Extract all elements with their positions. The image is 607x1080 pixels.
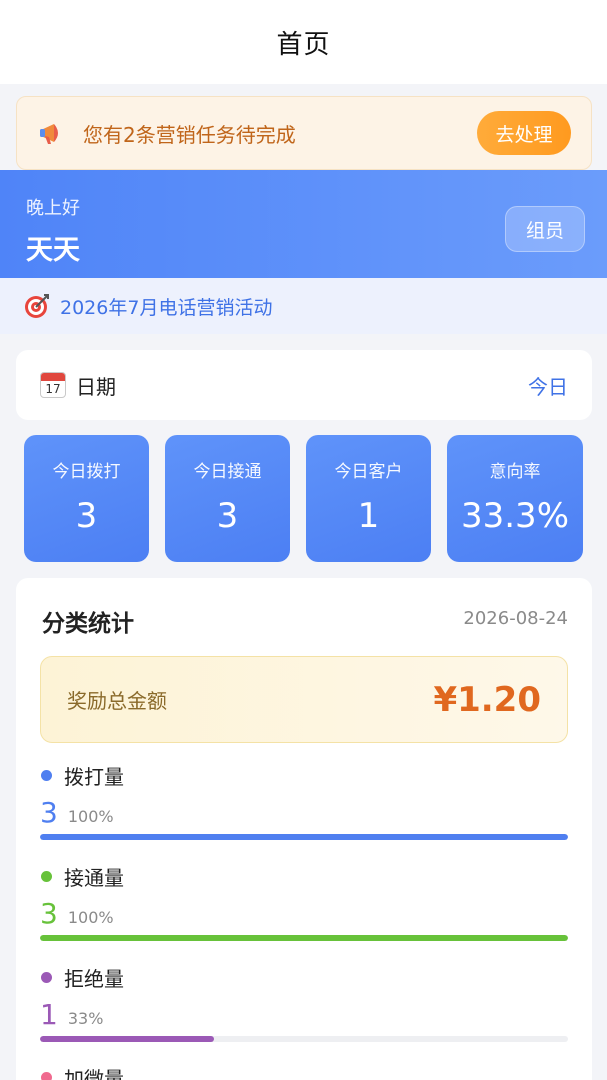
stat-value: 33.3% [460,496,569,536]
legend-dot [41,769,52,781]
calendar-icon: 17 [40,372,66,398]
category-date: 2026-08-24 [463,608,568,629]
metric-percent: 100% [67,807,114,826]
reward-total: 奖励总金额 ¥1.20 [40,656,568,743]
stat-card-calls[interactable]: 今日拨打 3 [24,435,149,562]
stat-label: 今日拨打 [52,462,121,482]
greeting-banner: 晚上好 天天 组员 [0,170,607,278]
stat-value: 3 [75,496,98,536]
megaphone-icon [40,124,58,144]
metric-dial-count: 拨打量 3 100% [40,760,568,840]
metric-count: 3 [40,796,58,829]
campaign-bar[interactable]: 2026年7月电话营销活动 [0,278,607,334]
legend-dot [41,971,52,983]
reward-label: 奖励总金额 [67,689,167,713]
metric-percent: 100% [67,908,114,927]
stat-label: 今日接通 [193,462,262,482]
page-title: 首页 [276,29,331,60]
role-badge[interactable]: 组员 [505,206,585,252]
user-name: 天天 [26,235,80,266]
metric-count: 1 [40,998,58,1031]
date-range-selector[interactable]: 今日 [528,371,568,400]
metric-name: 拨打量 [64,764,124,789]
legend-dot [41,870,52,882]
metric-name: 接通量 [64,865,124,890]
date-filter[interactable]: 17 日期 今日 [16,350,592,420]
stats-grid: 今日拨打 3 今日接通 3 今日客户 1 意向率 33.3% [24,435,584,562]
stat-value: 3 [216,496,239,536]
nav-bar: 首页 [0,0,607,84]
metric-count: 3 [40,897,58,930]
date-label: 日期 [76,374,116,399]
category-title: 分类统计 [42,611,134,637]
greeting-text: 晚上好 [26,198,80,219]
progress-fill [40,935,568,941]
task-notice-banner[interactable]: 您有2条营销任务待完成 去处理 [16,96,592,170]
metric-connected-count: 接通量 3 100% [40,861,568,941]
target-icon [25,294,49,318]
campaign-title: 2026年7月电话营销活动 [60,296,273,319]
stat-label: 今日客户 [334,462,403,482]
metric-name: 拒绝量 [64,966,124,991]
metric-name: 加微量 [64,1066,124,1080]
progress-track [40,834,568,840]
metric-rejected-count: 拒绝量 1 33% [40,962,568,1042]
legend-dot [41,1071,52,1080]
progress-fill [40,1036,215,1042]
handle-task-button[interactable]: 去处理 [477,111,571,155]
reward-value: ¥1.20 [433,679,541,720]
stat-label: 意向率 [489,462,541,482]
stat-card-connected[interactable]: 今日接通 3 [165,435,290,562]
notice-text: 您有2条营销任务待完成 [83,122,296,147]
progress-track [40,1036,568,1042]
stat-value: 1 [357,496,380,536]
stat-card-intent-rate[interactable]: 意向率 33.3% [447,435,583,562]
progress-track [40,935,568,941]
metric-percent: 33% [67,1009,104,1028]
category-header: 分类统计 2026-08-24 [40,578,568,662]
progress-fill [40,834,568,840]
category-stats-card: 分类统计 2026-08-24 奖励总金额 ¥1.20 拨打量 3 100% 接… [16,578,592,1080]
stat-card-customers[interactable]: 今日客户 1 [306,435,431,562]
metric-wechat-count: 加微量 [40,1062,568,1080]
